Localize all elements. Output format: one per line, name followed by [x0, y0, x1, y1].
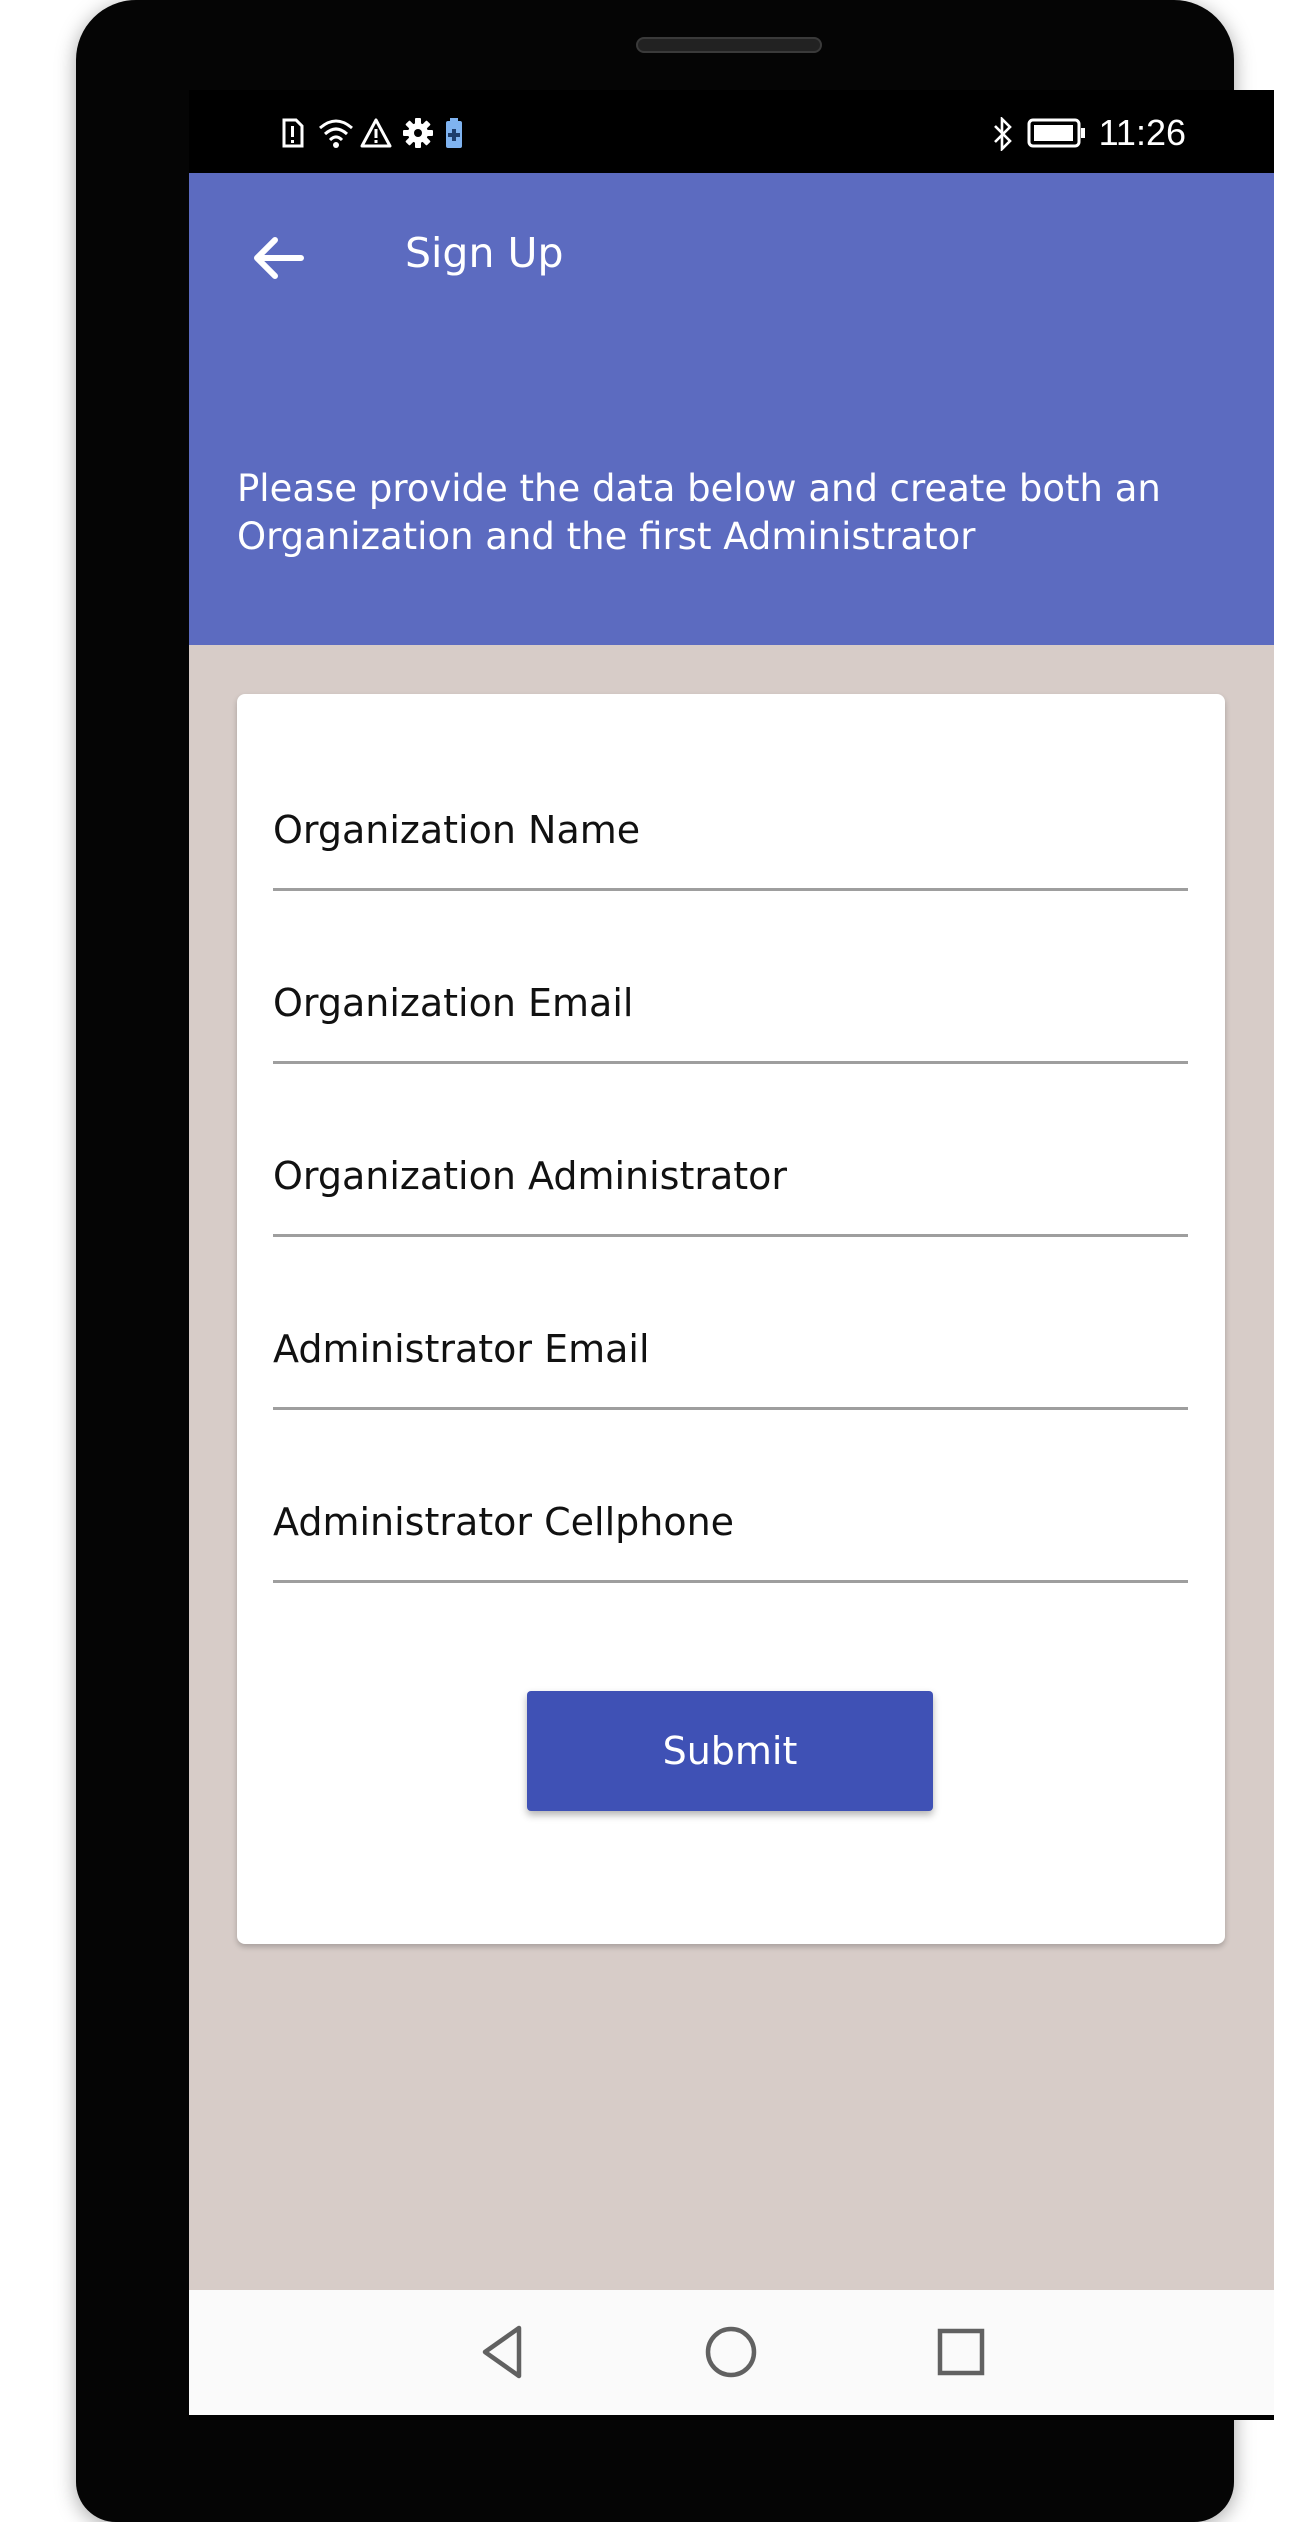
bluetooth-icon	[991, 115, 1015, 153]
organization-email-field	[273, 891, 1188, 1064]
submit-button[interactable]: Submit	[527, 1691, 933, 1811]
status-left-icons	[276, 117, 476, 149]
warning-icon	[360, 117, 392, 149]
organization-administrator-field	[273, 1064, 1188, 1237]
status-bar: 11:26	[189, 90, 1274, 173]
arrow-back-icon	[254, 237, 304, 279]
page-subtitle: Please provide the data below and create…	[237, 467, 1161, 558]
app-bar: Sign Up Please provide the data below an…	[189, 173, 1274, 645]
administrator-cellphone-input[interactable]	[273, 1463, 1188, 1583]
organization-administrator-input[interactable]	[273, 1117, 1188, 1237]
organization-name-field	[273, 718, 1188, 891]
home-circle-icon	[705, 2326, 757, 2378]
back-triangle-icon	[482, 2325, 522, 2379]
page-title: Sign Up	[405, 229, 564, 277]
administrator-cellphone-field	[273, 1410, 1188, 1583]
settings-icon	[402, 117, 434, 149]
administrator-email-input[interactable]	[273, 1290, 1188, 1410]
organization-email-input[interactable]	[273, 944, 1188, 1064]
organization-name-input[interactable]	[273, 771, 1188, 891]
screen: 11:26 Sign Up Please provide the data be…	[189, 90, 1274, 2420]
battery-saver-icon	[444, 117, 476, 149]
nav-back-button[interactable]	[473, 2322, 533, 2382]
administrator-email-field	[273, 1237, 1188, 1410]
recents-square-icon	[937, 2328, 985, 2376]
phone-speaker	[636, 37, 822, 53]
nav-home-button[interactable]	[701, 2322, 761, 2382]
phone-frame: 11:26 Sign Up Please provide the data be…	[76, 0, 1274, 2522]
wifi-icon	[318, 117, 353, 149]
status-right-icons: 11:26	[991, 112, 1186, 154]
status-time: 11:26	[1098, 112, 1186, 153]
nav-recents-button[interactable]	[931, 2322, 991, 2382]
navigation-bar	[189, 2290, 1274, 2415]
battery-icon	[1027, 117, 1087, 149]
content-area: Submit	[189, 645, 1274, 2290]
sim-alert-icon	[276, 117, 308, 149]
back-button[interactable]	[243, 223, 313, 293]
signup-form-card: Submit	[237, 694, 1225, 1944]
